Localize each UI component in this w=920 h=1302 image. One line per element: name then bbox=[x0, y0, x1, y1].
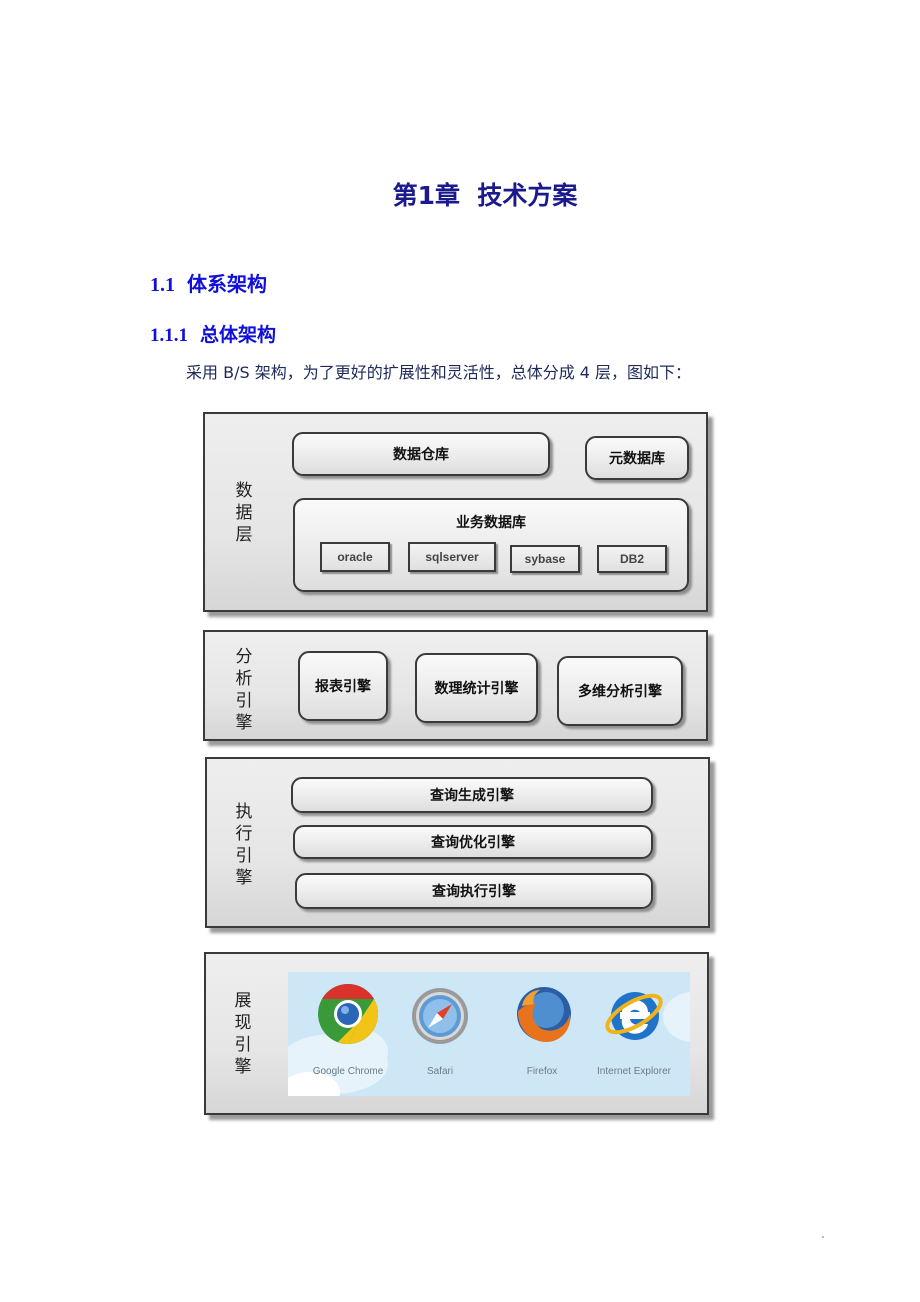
label-char: 擎 bbox=[235, 868, 253, 888]
subsection-title: 总体架构 bbox=[200, 324, 277, 346]
analysis-engine-layer: 分 析 引 擎 报表引擎 数理统计引擎 多维分析引擎 bbox=[203, 630, 708, 741]
chapter-name: 技术方案 bbox=[477, 181, 578, 210]
browser-ie: Internet Explorer bbox=[586, 982, 682, 1077]
engine-label: 数理统计引擎 bbox=[434, 681, 519, 697]
firefox-icon bbox=[510, 982, 574, 1046]
label-char: 展 bbox=[234, 991, 252, 1011]
data-warehouse-box: 数据仓库 bbox=[292, 432, 550, 476]
db-label: sybase bbox=[524, 552, 566, 566]
engine-label: 报表引擎 bbox=[315, 679, 371, 695]
query-generation-engine-box: 查询生成引擎 bbox=[291, 777, 653, 813]
section-title: 体系架构 bbox=[187, 272, 267, 296]
metadata-db-label: 元数据库 bbox=[609, 451, 665, 467]
query-optimization-engine-box: 查询优化引擎 bbox=[293, 825, 653, 859]
label-char: 执 bbox=[235, 802, 253, 822]
label-char: 行 bbox=[235, 824, 253, 844]
data-warehouse-label: 数据仓库 bbox=[393, 447, 449, 463]
browser-logos-image: Google Chrome Safari Firefox Internet Ex… bbox=[288, 972, 690, 1096]
statistics-engine-box: 数理统计引擎 bbox=[415, 653, 538, 723]
browser-name: Google Chrome bbox=[312, 1066, 384, 1077]
query-execution-engine-box: 查询执行引擎 bbox=[295, 873, 653, 909]
label-char: 引 bbox=[234, 1035, 252, 1055]
label-char: 据 bbox=[235, 503, 253, 523]
label-char: 现 bbox=[234, 1013, 252, 1033]
analysis-layer-label: 分 析 引 擎 bbox=[233, 646, 255, 734]
engine-label: 多维分析引擎 bbox=[578, 684, 662, 700]
label-char: 分 bbox=[235, 647, 253, 667]
db-sybase: sybase bbox=[510, 545, 580, 573]
section-number: 1.1 bbox=[150, 274, 175, 296]
page-marker bbox=[822, 1236, 824, 1238]
db-sqlserver: sqlserver bbox=[408, 542, 496, 572]
browser-name: Internet Explorer bbox=[597, 1066, 671, 1077]
label-char: 引 bbox=[235, 846, 253, 866]
browser-firefox: Firefox bbox=[494, 982, 590, 1077]
data-layer: 数 据 层 数据仓库 元数据库 业务数据库 oracle sqlserver s… bbox=[203, 412, 708, 612]
body-paragraph: 采用 B/S 架构，为了更好的扩展性和灵活性，总体分成 4 层，图如下： bbox=[186, 363, 692, 382]
db-label: DB2 bbox=[619, 552, 644, 566]
chapter-title: 第1章 技术方案 bbox=[0, 176, 920, 212]
safari-icon bbox=[408, 982, 472, 1046]
presentation-layer-label: 展 现 引 擎 bbox=[232, 990, 254, 1078]
label-char: 引 bbox=[235, 691, 253, 711]
business-db-box: 业务数据库 oracle sqlserver sybase DB2 bbox=[293, 498, 689, 592]
label-char: 层 bbox=[235, 525, 253, 545]
chapter-number: 第1章 bbox=[392, 181, 460, 210]
db-oracle: oracle bbox=[320, 542, 390, 572]
olap-engine-box: 多维分析引擎 bbox=[557, 656, 683, 726]
engine-label: 查询优化引擎 bbox=[431, 835, 515, 851]
db-label: oracle bbox=[337, 550, 373, 564]
section-heading: 1.1 体系架构 bbox=[150, 268, 267, 297]
ie-icon bbox=[602, 982, 666, 1046]
label-char: 擎 bbox=[235, 713, 253, 733]
browser-safari: Safari bbox=[392, 982, 488, 1077]
browser-name: Safari bbox=[426, 1066, 454, 1077]
engine-label: 查询执行引擎 bbox=[432, 884, 516, 900]
label-char: 擎 bbox=[234, 1057, 252, 1077]
subsection-heading: 1.1.1 总体架构 bbox=[150, 320, 276, 347]
engine-label: 查询生成引擎 bbox=[430, 788, 514, 804]
execution-engine-layer: 执 行 引 擎 查询生成引擎 查询优化引擎 查询执行引擎 bbox=[205, 757, 710, 928]
browser-chrome: Google Chrome bbox=[300, 982, 396, 1077]
report-engine-box: 报表引擎 bbox=[298, 651, 388, 721]
browser-name: Firefox bbox=[526, 1066, 558, 1077]
db-label: sqlserver bbox=[425, 550, 479, 564]
business-db-title: 业务数据库 bbox=[456, 515, 526, 531]
chrome-icon bbox=[316, 982, 380, 1046]
subsection-number: 1.1.1 bbox=[150, 325, 188, 346]
label-char: 数 bbox=[235, 481, 253, 501]
db-db2: DB2 bbox=[597, 545, 667, 573]
data-layer-label: 数 据 层 bbox=[233, 480, 255, 546]
presentation-engine-layer: 展 现 引 擎 Google Chrome Safari Firefox Int… bbox=[204, 952, 709, 1115]
label-char: 析 bbox=[235, 669, 253, 689]
metadata-db-box: 元数据库 bbox=[585, 436, 689, 480]
execution-layer-label: 执 行 引 擎 bbox=[233, 801, 255, 889]
